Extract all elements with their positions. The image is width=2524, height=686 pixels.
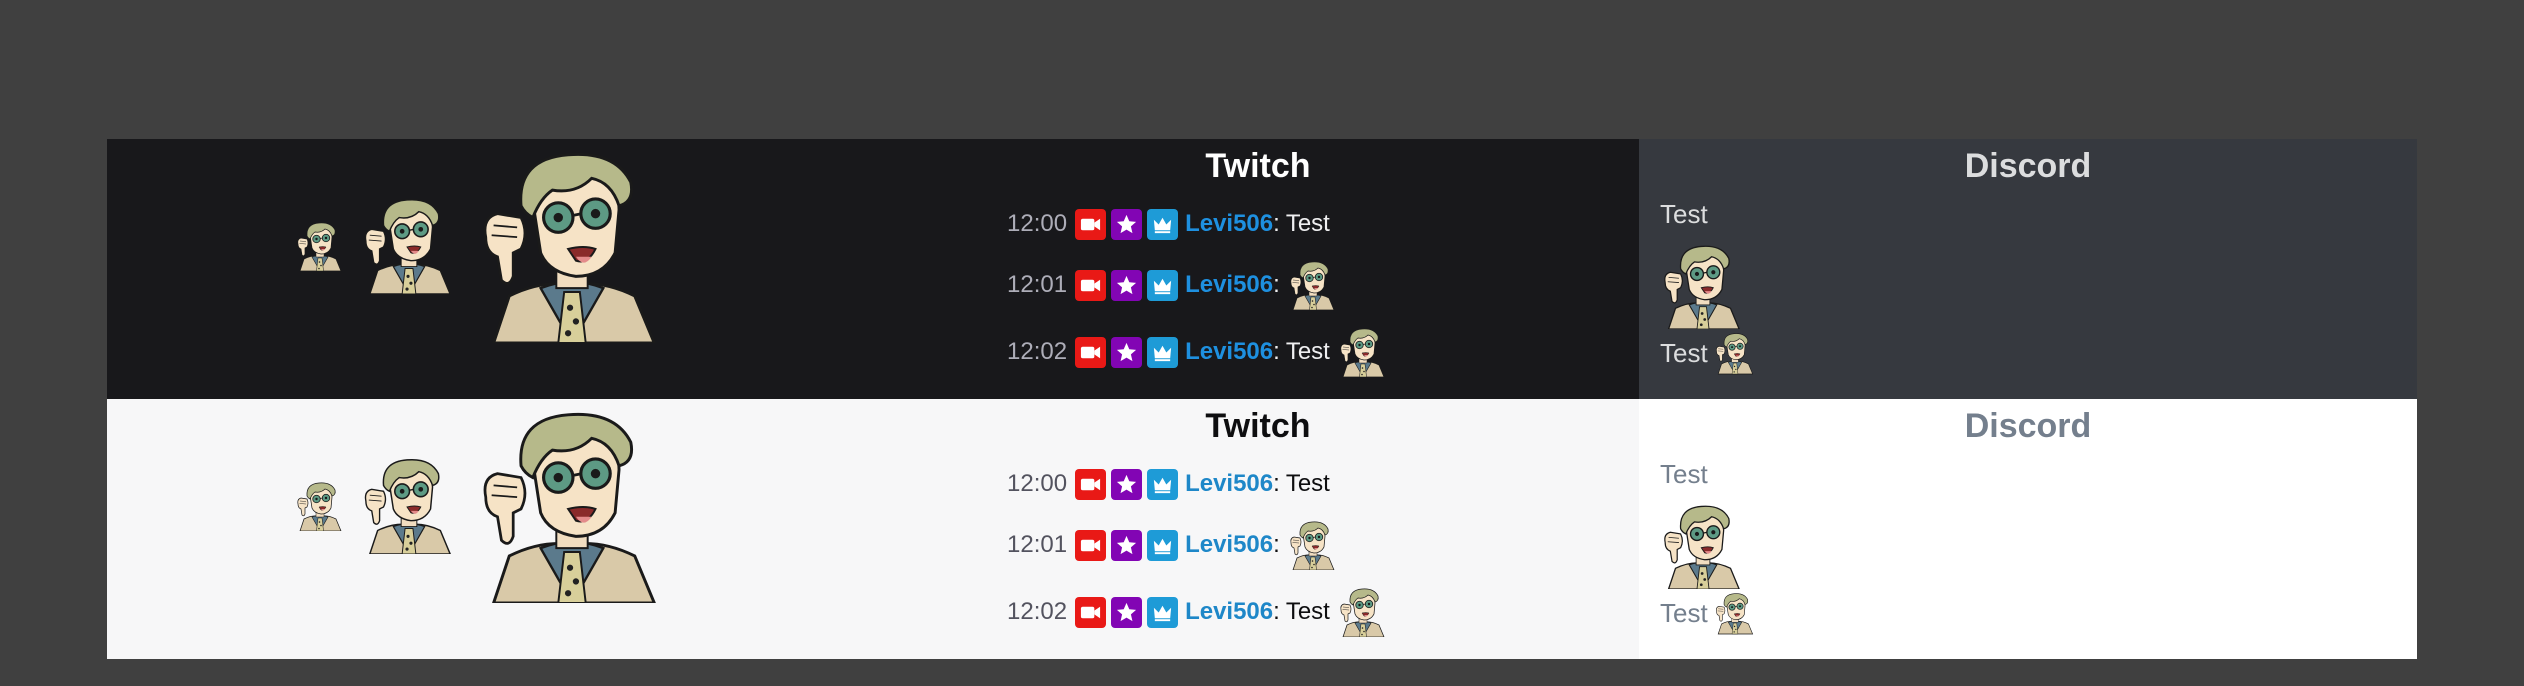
message-text: Test [1660, 199, 1708, 229]
crown-icon[interactable] [1147, 208, 1179, 240]
video-camera-icon[interactable] [1075, 208, 1107, 240]
emote-large [474, 147, 670, 343]
inline-emote [1338, 327, 1388, 377]
timestamp: 12:02 [1007, 338, 1068, 365]
emote-large [474, 407, 670, 603]
username[interactable]: Levi506 [1185, 338, 1273, 366]
star-icon[interactable] [1111, 596, 1143, 628]
chat-message: 12:00 Levi506: Test [1007, 204, 1330, 244]
timestamp: 12:00 [1007, 470, 1068, 497]
discord-pane-title: Discord [1964, 147, 2092, 185]
inline-emote [1338, 587, 1388, 637]
star-icon[interactable] [1111, 208, 1143, 240]
crown-icon[interactable] [1147, 529, 1179, 561]
emote-small [295, 221, 345, 271]
discord-pane: Discord Test Test [1639, 399, 2417, 659]
inline-emote [1288, 260, 1338, 310]
chat-message: 12:02 Levi506: Test [1007, 332, 1388, 372]
crown-icon[interactable] [1147, 596, 1179, 628]
chat-message: 12:01 Levi506: [1007, 525, 1338, 565]
discord-message: Test [1660, 459, 1708, 490]
discord-jumbo-emote [1660, 243, 1746, 329]
timestamp: 12:01 [1007, 271, 1068, 298]
separator: : [1273, 531, 1280, 558]
message-text: Test [1285, 598, 1330, 625]
username[interactable]: Levi506 [1185, 271, 1273, 299]
message-text: Test [1660, 337, 1708, 368]
video-camera-icon[interactable] [1075, 596, 1107, 628]
twitch-pane-title: Twitch [1205, 147, 1311, 185]
chat-message: 12:01 Levi506: [1007, 265, 1338, 305]
video-camera-icon[interactable] [1075, 468, 1107, 500]
twitch-pane: Twitch 12:00 Levi506: Test 12:01 Levi506… [877, 139, 1639, 399]
twitch-pane-title: Twitch [1205, 407, 1311, 445]
message-text: Test [1660, 597, 1708, 628]
discord-message: Test [1660, 329, 1756, 377]
crown-icon[interactable] [1147, 269, 1179, 301]
separator: : [1273, 338, 1280, 365]
star-icon[interactable] [1111, 529, 1143, 561]
video-camera-icon[interactable] [1075, 336, 1107, 368]
username[interactable]: Levi506 [1185, 598, 1273, 626]
emote-size-preview [107, 139, 877, 399]
discord-pane-title: Discord [1964, 407, 2092, 445]
timestamp: 12:02 [1007, 598, 1068, 625]
emote-medium [360, 196, 458, 294]
chat-message: 12:02 Levi506: Test [1007, 592, 1388, 632]
emote-size-preview [107, 399, 877, 659]
username[interactable]: Levi506 [1185, 531, 1273, 559]
star-icon[interactable] [1111, 468, 1143, 500]
crown-icon[interactable] [1147, 336, 1179, 368]
twitch-pane: Twitch 12:00 Levi506: Test 12:01 Levi506… [877, 399, 1639, 659]
timestamp: 12:00 [1007, 210, 1068, 237]
message-text: Test [1285, 338, 1330, 365]
discord-inline-emote [1714, 589, 1756, 637]
username[interactable]: Levi506 [1185, 470, 1273, 498]
emote-preview-frame: Twitch 12:00 Levi506: Test 12:01 Levi506… [107, 139, 2417, 659]
inline-emote [1288, 520, 1338, 570]
discord-message: Test [1660, 589, 1756, 637]
message-text: Test [1660, 459, 1708, 489]
username[interactable]: Levi506 [1185, 210, 1273, 238]
discord-pane: Discord Test Test [1639, 139, 2417, 399]
message-text: Test [1285, 470, 1330, 497]
emote-small [295, 481, 345, 531]
discord-inline-emote [1714, 329, 1756, 377]
dark-theme-row: Twitch 12:00 Levi506: Test 12:01 Levi506… [107, 139, 2417, 399]
star-icon[interactable] [1111, 269, 1143, 301]
separator: : [1273, 271, 1280, 298]
crown-icon[interactable] [1147, 468, 1179, 500]
separator: : [1273, 210, 1280, 237]
chat-message: 12:00 Levi506: Test [1007, 464, 1330, 504]
emote-medium [360, 456, 458, 554]
timestamp: 12:01 [1007, 531, 1068, 558]
light-theme-row: Twitch 12:00 Levi506: Test 12:01 Levi506… [107, 399, 2417, 659]
message-text: Test [1285, 210, 1330, 237]
discord-message: Test [1660, 199, 1708, 230]
video-camera-icon[interactable] [1075, 269, 1107, 301]
discord-jumbo-emote [1660, 503, 1746, 589]
video-camera-icon[interactable] [1075, 529, 1107, 561]
star-icon[interactable] [1111, 336, 1143, 368]
separator: : [1273, 470, 1280, 497]
separator: : [1273, 598, 1280, 625]
